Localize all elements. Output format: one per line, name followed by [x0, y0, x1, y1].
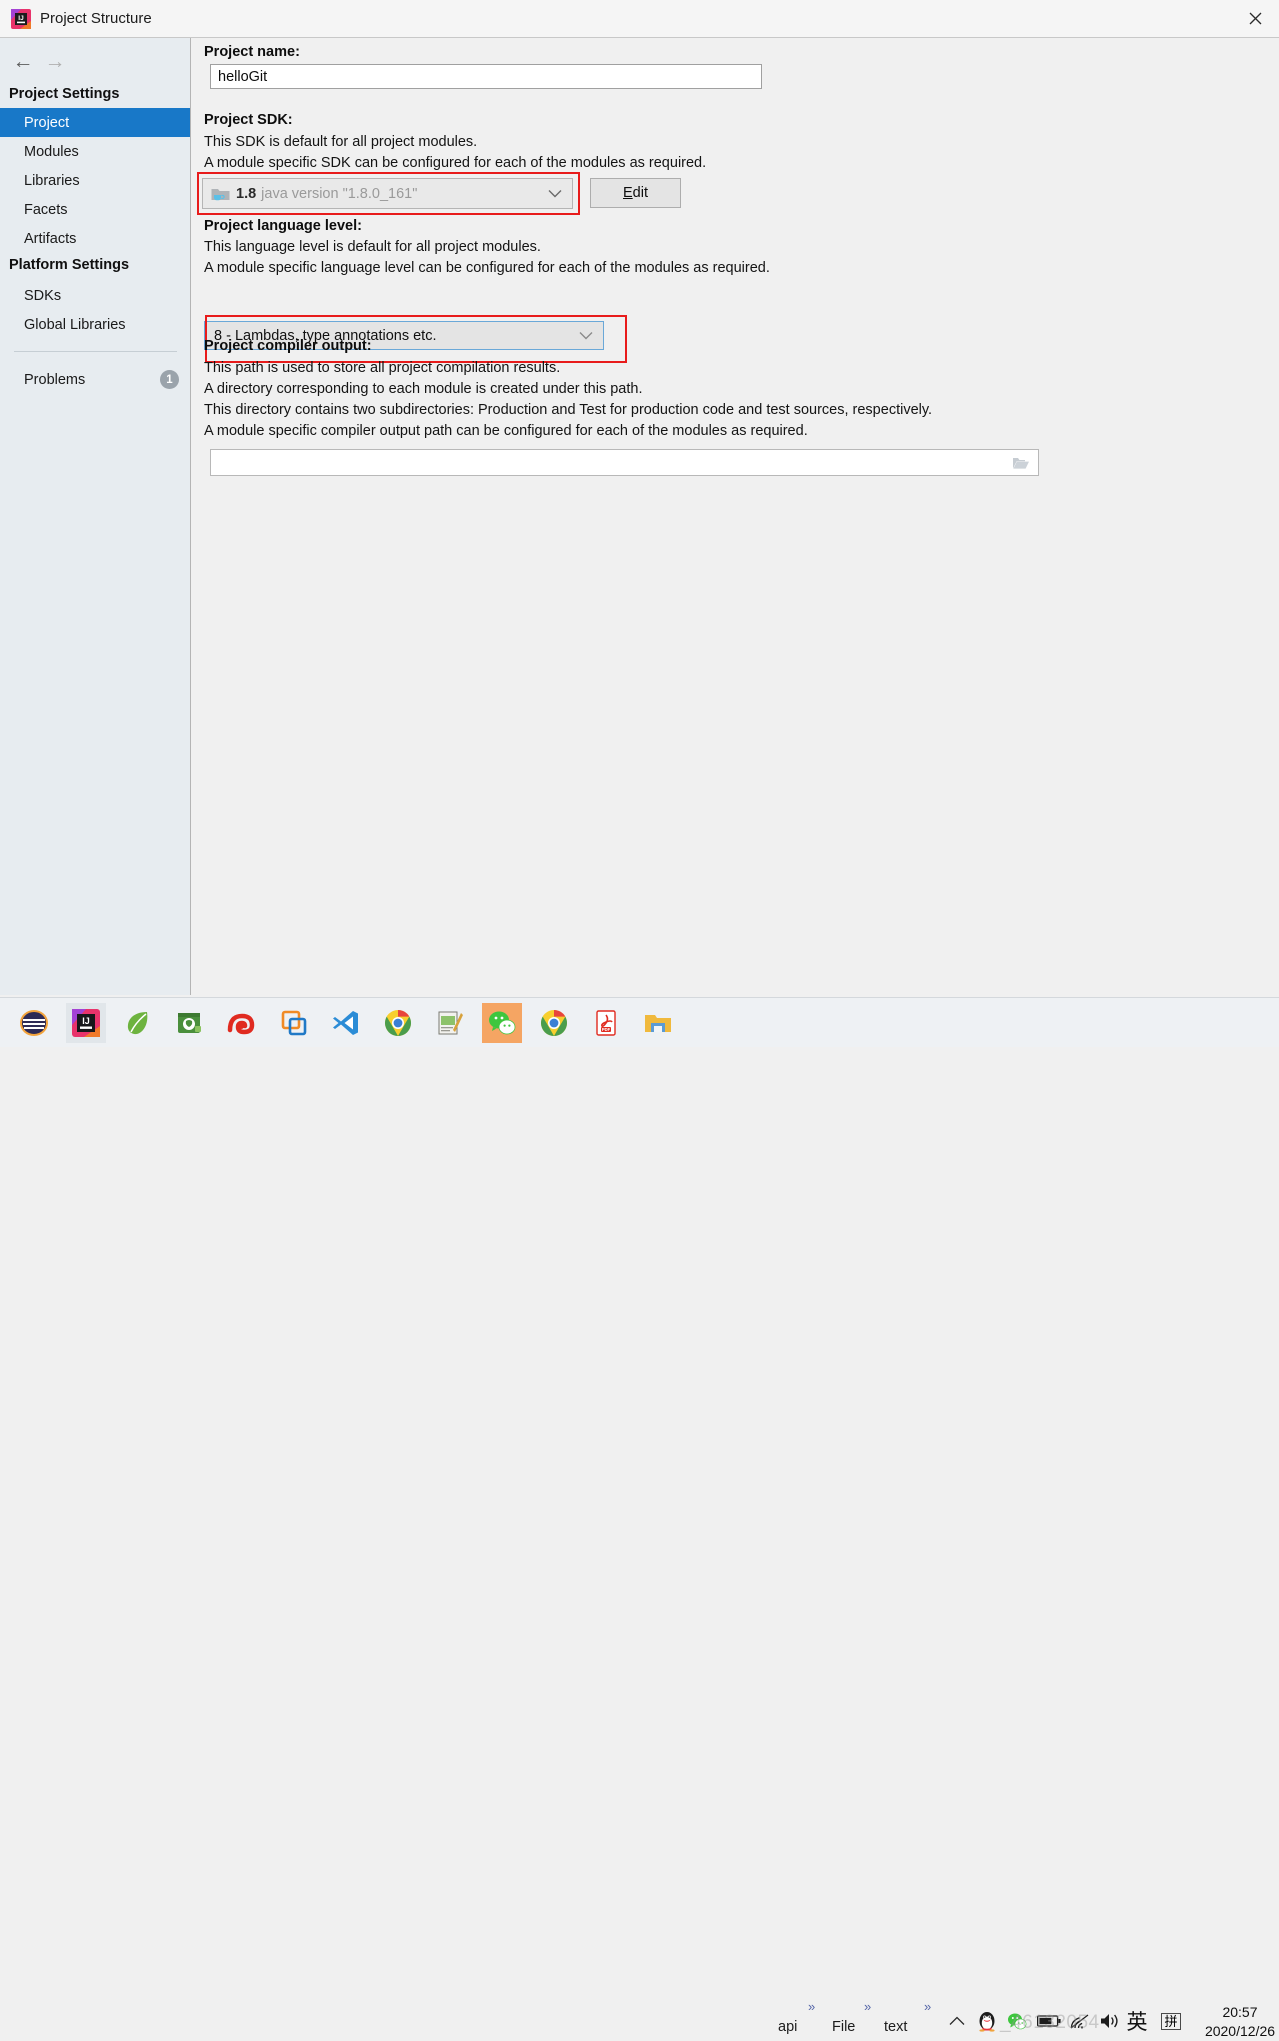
wechat-tray-icon[interactable]	[1006, 2008, 1028, 2034]
compiler-output-label: Project compiler output:	[204, 338, 372, 354]
overflow-chevron-api[interactable]: »	[808, 1999, 815, 2014]
wechat-icon[interactable]	[482, 1003, 522, 1043]
chrome-icon-2[interactable]	[534, 1003, 574, 1043]
title-bar: IJ Project Structure	[0, 0, 1279, 38]
overflow-chevron-text[interactable]: »	[924, 1999, 931, 2014]
file-explorer-icon[interactable]	[638, 1003, 678, 1043]
svg-text:IJ: IJ	[82, 1016, 90, 1026]
overflow-chevron-file[interactable]: »	[864, 1999, 871, 2014]
sidebar-item-facets[interactable]: Facets	[0, 195, 190, 224]
taskbar: IJ PDF » api » File » text 英 拼 _46132054…	[0, 997, 1279, 2039]
taskbar-clock[interactable]: 20:57 2020/12/26	[1198, 2003, 1279, 2041]
project-sdk-version-desc: java version "1.8.0_161"	[261, 185, 418, 202]
show-hidden-icons-caret[interactable]	[946, 2008, 968, 2034]
project-name-value: helloGit	[218, 68, 268, 85]
sidebar-item-global-libraries[interactable]: Global Libraries	[0, 310, 190, 339]
sidebar-item-modules[interactable]: Modules	[0, 137, 190, 166]
sidebar-item-label: Global Libraries	[24, 316, 126, 333]
close-icon[interactable]	[1231, 0, 1279, 37]
toolbar-item-api[interactable]: api	[778, 2019, 797, 2035]
project-sdk-version: 1.8	[236, 185, 257, 202]
java-sdk-folder-icon	[211, 186, 230, 202]
compiler-output-desc-2: A directory corresponding to each module…	[204, 381, 643, 397]
project-name-label: Project name:	[204, 44, 300, 60]
folder-browse-icon[interactable]	[1012, 456, 1030, 470]
pdf-icon[interactable]: PDF	[586, 1003, 626, 1043]
arrow-right-icon[interactable]: →	[42, 48, 68, 74]
language-level-desc-2: A module specific language level can be …	[204, 260, 770, 276]
svg-text:PDF: PDF	[602, 1027, 611, 1032]
project-sdk-label: Project SDK:	[204, 112, 293, 128]
sidebar-item-label: Artifacts	[24, 230, 77, 247]
notepad-editor-icon[interactable]	[430, 1003, 470, 1043]
sidebar-item-label: Problems	[24, 371, 86, 388]
ime-language-icon[interactable]: 英	[1124, 2008, 1150, 2034]
sidebar: ← → Project Settings Project Modules Lib…	[0, 38, 191, 995]
project-sdk-select[interactable]: 1.8 java version "1.8.0_161"	[202, 178, 573, 209]
intellij-idea-icon[interactable]: IJ	[66, 1003, 106, 1043]
compiler-output-desc-1: This path is used to store all project c…	[204, 360, 561, 376]
clock-date: 2020/12/26	[1204, 2023, 1276, 2039]
edit-sdk-button[interactable]: Edit	[590, 178, 681, 208]
volume-icon[interactable]	[1098, 2008, 1122, 2034]
ime-pinyin-icon[interactable]: 拼	[1158, 2008, 1184, 2034]
chevron-down-icon	[548, 186, 562, 202]
project-sdk-desc-1: This SDK is default for all project modu…	[204, 134, 478, 150]
eclipse-icon[interactable]	[14, 1003, 54, 1043]
arrow-left-icon[interactable]: ←	[10, 48, 36, 74]
svg-text:IJ: IJ	[18, 15, 24, 22]
clock-time: 20:57	[1222, 2004, 1258, 2020]
language-level-desc-1: This language level is default for all p…	[204, 239, 541, 255]
sidebar-item-label: SDKs	[24, 287, 62, 304]
project-sdk-desc-2: A module specific SDK can be configured …	[204, 155, 707, 171]
window-title: Project Structure	[40, 10, 152, 27]
navigation-arrows: ← →	[8, 48, 88, 74]
battery-icon[interactable]	[1036, 2008, 1062, 2034]
sidebar-item-libraries[interactable]: Libraries	[0, 166, 190, 195]
snail-browser-icon[interactable]	[222, 1003, 262, 1043]
language-level-label: Project language level:	[204, 218, 362, 234]
toolbar-item-file[interactable]: File	[832, 2019, 855, 2035]
compiler-output-desc-3: This directory contains two subdirectori…	[204, 402, 933, 418]
main-content: Project name: helloGit Project SDK: This…	[192, 38, 1279, 995]
sidebar-item-sdks[interactable]: SDKs	[0, 281, 190, 310]
sidebar-group-platform-settings: Platform Settings	[9, 257, 130, 273]
github-desktop-icon[interactable]	[170, 1003, 210, 1043]
compiler-output-input[interactable]	[210, 449, 1039, 476]
toolbar-item-text[interactable]: text	[884, 2019, 907, 2035]
chrome-icon[interactable]	[378, 1003, 418, 1043]
sidebar-divider	[14, 351, 177, 352]
sidebar-item-label: Facets	[24, 201, 68, 218]
sidebar-item-label: Project	[24, 114, 70, 131]
sidebar-item-artifacts[interactable]: Artifacts	[0, 224, 190, 253]
sidebar-item-label: Modules	[24, 143, 79, 160]
vscode-icon[interactable]	[326, 1003, 366, 1043]
edit-button-label: Edit	[623, 185, 648, 201]
project-name-input[interactable]: helloGit	[210, 64, 762, 89]
sidebar-group-project-settings: Project Settings	[9, 86, 120, 102]
wifi-icon[interactable]	[1068, 2008, 1092, 2034]
chevron-down-icon	[579, 328, 593, 344]
vmware-icon[interactable]	[274, 1003, 314, 1043]
status-badge: 1	[160, 370, 179, 389]
sidebar-item-project[interactable]: Project	[0, 108, 190, 137]
sidebar-item-label: Libraries	[24, 172, 80, 189]
spring-leaf-icon[interactable]	[118, 1003, 158, 1043]
qq-penguin-icon[interactable]	[976, 2008, 998, 2034]
intellij-idea-icon: IJ	[11, 9, 31, 29]
compiler-output-desc-4: A module specific compiler output path c…	[204, 423, 808, 439]
